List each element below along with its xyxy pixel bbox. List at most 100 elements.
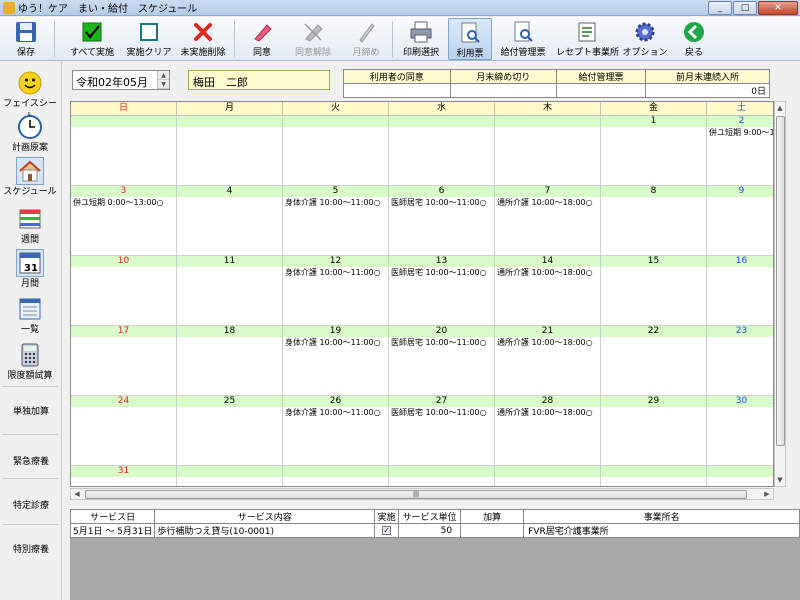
sidebar-item-special-care[interactable]: 特別療養 (0, 542, 62, 555)
calendar-day-cell[interactable]: 8 (601, 186, 707, 256)
spin-down-icon[interactable]: ▼ (158, 80, 169, 89)
calendar-day-cell[interactable]: 20 医師居宅 10:00～11:00○ (389, 326, 495, 396)
calendar-day-cell[interactable] (283, 466, 389, 486)
calendar-day-cell[interactable] (601, 466, 707, 486)
back-button[interactable]: 戻る (676, 18, 712, 60)
schedule-entry[interactable]: 通所介護 10:00～18:00○ (495, 337, 600, 348)
scroll-left-icon[interactable]: ◀ (71, 489, 83, 499)
sidebar-item-specific-diagnosis[interactable]: 特定診療 (0, 498, 62, 511)
calendar-day-cell[interactable]: 1 (601, 116, 707, 186)
calendar-day-cell[interactable]: 2併ユ短期 9:00～13:00○ (707, 116, 773, 186)
calendar-day-cell[interactable]: 7 通所介護 10:00～18:00○ (495, 186, 601, 256)
schedule-entry[interactable]: 併ユ短期 0:00～13:00○ (71, 197, 176, 208)
calendar-day-cell[interactable]: 19 身体介護 10:00～11:00○ (283, 326, 389, 396)
calendar-day-cell[interactable]: 4 (177, 186, 283, 256)
calendar-day-cell[interactable] (389, 116, 495, 186)
all-done-button[interactable]: すべて実施 (64, 18, 120, 60)
calendar-day-cell[interactable]: 12 身体介護 10:00～11:00○ (283, 256, 389, 326)
sidebar-item-weekly[interactable]: 週間 (2, 206, 58, 245)
calendar-day-cell[interactable]: 5 身体介護 10:00～11:00○ (283, 186, 389, 256)
horizontal-scrollbar[interactable]: ◀ ||| ▶ (70, 488, 774, 500)
sidebar-item-plan-draft[interactable]: 計画原案 (2, 114, 58, 153)
scroll-up-icon[interactable]: ▲ (775, 102, 785, 114)
usage-slip-button[interactable]: 利用票 (448, 18, 492, 60)
calendar-day-cell[interactable]: 18 (177, 326, 283, 396)
calendar-day-cell[interactable]: 14 通所介護 10:00～18:00○ (495, 256, 601, 326)
sidebar-item-single-addition[interactable]: 単独加算 (0, 404, 62, 417)
done-clear-button[interactable]: 実施クリア (124, 18, 174, 60)
schedule-entry[interactable]: 医師居宅 10:00～11:00○ (389, 197, 494, 208)
schedule-entry[interactable]: 通所介護 10:00～18:00○ (495, 197, 600, 208)
calendar-day-cell[interactable]: 29 (601, 396, 707, 466)
calendar-day-cell[interactable] (71, 116, 177, 186)
col-service-content[interactable]: サービス内容 (154, 509, 376, 524)
save-button[interactable]: 保存 (6, 18, 46, 60)
consent-button[interactable]: 同意 (242, 18, 282, 60)
col-service-units[interactable]: サービス単位 (398, 509, 462, 524)
calendar-day-cell[interactable]: 9 (707, 186, 773, 256)
schedule-entry[interactable]: 医師居宅 10:00～11:00○ (389, 407, 494, 418)
schedule-entry[interactable]: 医師居宅 10:00～11:00○ (389, 337, 494, 348)
maximize-button[interactable]: □ (733, 1, 757, 15)
sidebar-item-limit-calc[interactable]: 限度額試算 (2, 342, 58, 381)
vertical-scroll-thumb[interactable] (776, 116, 785, 446)
close-button[interactable]: ✕ (758, 1, 798, 15)
calendar-day-cell[interactable]: 27 医師居宅 10:00～11:00○ (389, 396, 495, 466)
vertical-scrollbar[interactable]: ▲ ▼ (774, 101, 786, 487)
minimize-button[interactable]: _ (708, 1, 732, 15)
calendar-day-cell[interactable]: 24 (71, 396, 177, 466)
calendar-day-cell[interactable] (389, 466, 495, 486)
calendar-day-cell[interactable]: 3 併ユ短期 0:00～13:00○ (71, 186, 177, 256)
calendar-day-cell[interactable] (177, 466, 283, 486)
consent-cancel-button[interactable]: 同意解除 (288, 18, 338, 60)
calendar-day-cell[interactable]: 6 医師居宅 10:00～11:00○ (389, 186, 495, 256)
calendar-day-cell[interactable]: 10 (71, 256, 177, 326)
calendar-day-cell[interactable]: 15 (601, 256, 707, 326)
calendar-day-cell[interactable]: 25 (177, 396, 283, 466)
calendar-day-cell[interactable]: 28 通所介護 10:00～18:00○ (495, 396, 601, 466)
schedule-entry[interactable]: 身体介護 10:00～11:00○ (283, 337, 388, 348)
benefit-mgmt-button[interactable]: 給付管理票 (496, 18, 550, 60)
month-close-button[interactable]: 月締め (344, 18, 388, 60)
sidebar-item-list[interactable]: 一覧 (2, 296, 58, 335)
delete-undone-button[interactable]: 未実施削除 (176, 18, 230, 60)
horizontal-scroll-thumb[interactable]: ||| (85, 490, 747, 499)
sidebar-item-schedule[interactable]: スケジュール (2, 157, 58, 197)
schedule-entry[interactable]: 身体介護 10:00～11:00○ (283, 407, 388, 418)
calendar-day-cell[interactable]: 11 (177, 256, 283, 326)
calendar-day-cell[interactable] (495, 116, 601, 186)
calendar-day-cell[interactable] (707, 466, 773, 486)
month-stepper[interactable]: 令和02年05月 ▲ ▼ (72, 70, 170, 90)
monthly-calendar[interactable]: 日月火水木金土 12併ユ短期 9:00～13:00○3併ユ短期 0:00～13:… (70, 101, 774, 487)
calendar-day-cell[interactable] (283, 116, 389, 186)
calendar-day-cell[interactable]: 31 (71, 466, 177, 486)
calendar-day-cell[interactable]: 23 (707, 326, 773, 396)
schedule-entry[interactable]: 身体介護 10:00～11:00○ (283, 267, 388, 278)
calendar-day-cell[interactable]: 30 (707, 396, 773, 466)
sidebar-item-emergency-care[interactable]: 緊急療養 (0, 454, 62, 467)
schedule-entry[interactable]: 通所介護 10:00～18:00○ (495, 267, 600, 278)
scroll-down-icon[interactable]: ▼ (775, 474, 785, 486)
col-service-date[interactable]: サービス日 (69, 509, 156, 524)
col-office-name[interactable]: 事業所名 (523, 509, 800, 524)
col-done[interactable]: 実施 (374, 509, 400, 524)
month-spin-control[interactable]: ▲ ▼ (157, 71, 169, 89)
done-checkbox[interactable]: ✓ (382, 525, 392, 535)
calendar-day-cell[interactable]: 13 医師居宅 10:00～11:00○ (389, 256, 495, 326)
receipt-office-button[interactable]: レセプト事業所 (556, 18, 619, 60)
scroll-right-icon[interactable]: ▶ (761, 489, 773, 499)
schedule-entry[interactable]: 医師居宅 10:00～11:00○ (389, 267, 494, 278)
col-addition[interactable]: 加算 (460, 509, 525, 524)
calendar-day-cell[interactable]: 21 通所介護 10:00～18:00○ (495, 326, 601, 396)
calendar-day-cell[interactable]: 17 (71, 326, 177, 396)
schedule-entry[interactable]: 併ユ短期 9:00～13:00○ (707, 127, 773, 138)
schedule-entry[interactable]: 身体介護 10:00～11:00○ (283, 197, 388, 208)
calendar-day-cell[interactable] (177, 116, 283, 186)
spin-up-icon[interactable]: ▲ (158, 71, 169, 80)
schedule-entry[interactable]: 通所介護 10:00～18:00○ (495, 407, 600, 418)
calendar-day-cell[interactable]: 26 身体介護 10:00～11:00○ (283, 396, 389, 466)
options-button[interactable]: オプション (620, 18, 670, 60)
calendar-day-cell[interactable]: 22 (601, 326, 707, 396)
calendar-day-cell[interactable]: 16 (707, 256, 773, 326)
print-select-button[interactable]: 印刷選択 (398, 18, 444, 60)
